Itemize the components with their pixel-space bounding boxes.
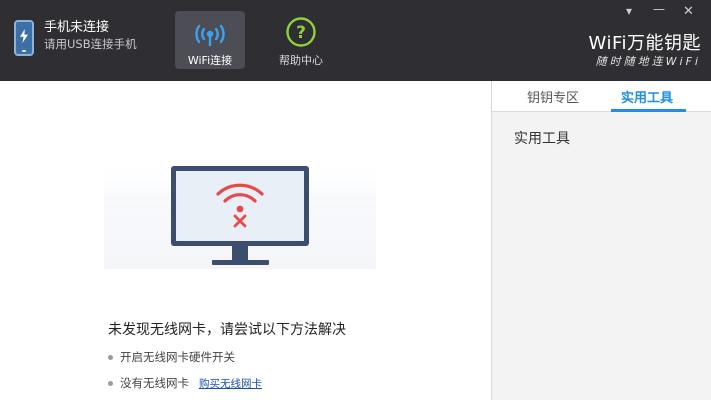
bullet-icon (108, 380, 113, 386)
tab-help-label: 帮助中心 (279, 54, 323, 67)
tip-text: 没有无线网卡 (120, 376, 189, 390)
title-bar: 手机未连接 请用USB连接手机 WiFi连接 ? 帮助中心 ▾ — ✕ WiFi… (0, 0, 711, 81)
tip-item: 没有无线网卡 购买无线网卡 (108, 375, 262, 391)
side-tab-bar: 钥钥专区 实用工具 (492, 81, 711, 112)
phone-status-subtitle: 请用USB连接手机 (44, 37, 137, 51)
brand-logo: WiFi万能钥匙 随时随地连WiFi (589, 33, 701, 69)
active-tab-indicator (611, 109, 686, 112)
svg-text:?: ? (296, 23, 306, 43)
brand-name: WiFi万能钥匙 (588, 33, 701, 54)
help-icon: ? (285, 16, 317, 48)
phone-connection-status[interactable]: 手机未连接 请用USB连接手机 (14, 20, 137, 56)
tools-section-title: 实用工具 (514, 131, 570, 147)
main-panel: 未发现无线网卡，请尝试以下方法解决 开启无线网卡硬件开关 没有无线网卡 购买无线… (0, 81, 491, 400)
close-icon[interactable]: ✕ (683, 4, 694, 19)
bullet-icon (108, 354, 113, 360)
tip-text: 开启无线网卡硬件开关 (120, 350, 235, 364)
tab-wifi-connect[interactable]: WiFi连接 (175, 11, 245, 69)
no-wifi-illustration (104, 164, 376, 269)
tab-tools[interactable]: 实用工具 (621, 87, 673, 106)
no-adapter-message: 未发现无线网卡，请尝试以下方法解决 (108, 322, 346, 338)
side-panel: 钥钥专区 实用工具 实用工具 (491, 81, 711, 400)
monitor-no-wifi-icon (171, 166, 309, 265)
phone-icon (14, 20, 34, 56)
tab-key-zone[interactable]: 钥钥专区 (527, 87, 579, 106)
tab-wifi-label: WiFi连接 (187, 54, 233, 67)
tip-item: 开启无线网卡硬件开关 (108, 349, 235, 365)
tab-help-center[interactable]: ? 帮助中心 (266, 11, 336, 69)
buy-adapter-link[interactable]: 购买无线网卡 (199, 376, 262, 391)
menu-dropdown-icon[interactable]: ▾ (626, 4, 632, 18)
minimize-icon[interactable]: — (653, 2, 665, 16)
brand-slogan: 随时随地连WiFi (595, 55, 701, 68)
phone-status-title: 手机未连接 (44, 20, 110, 35)
wifi-icon (193, 16, 227, 48)
